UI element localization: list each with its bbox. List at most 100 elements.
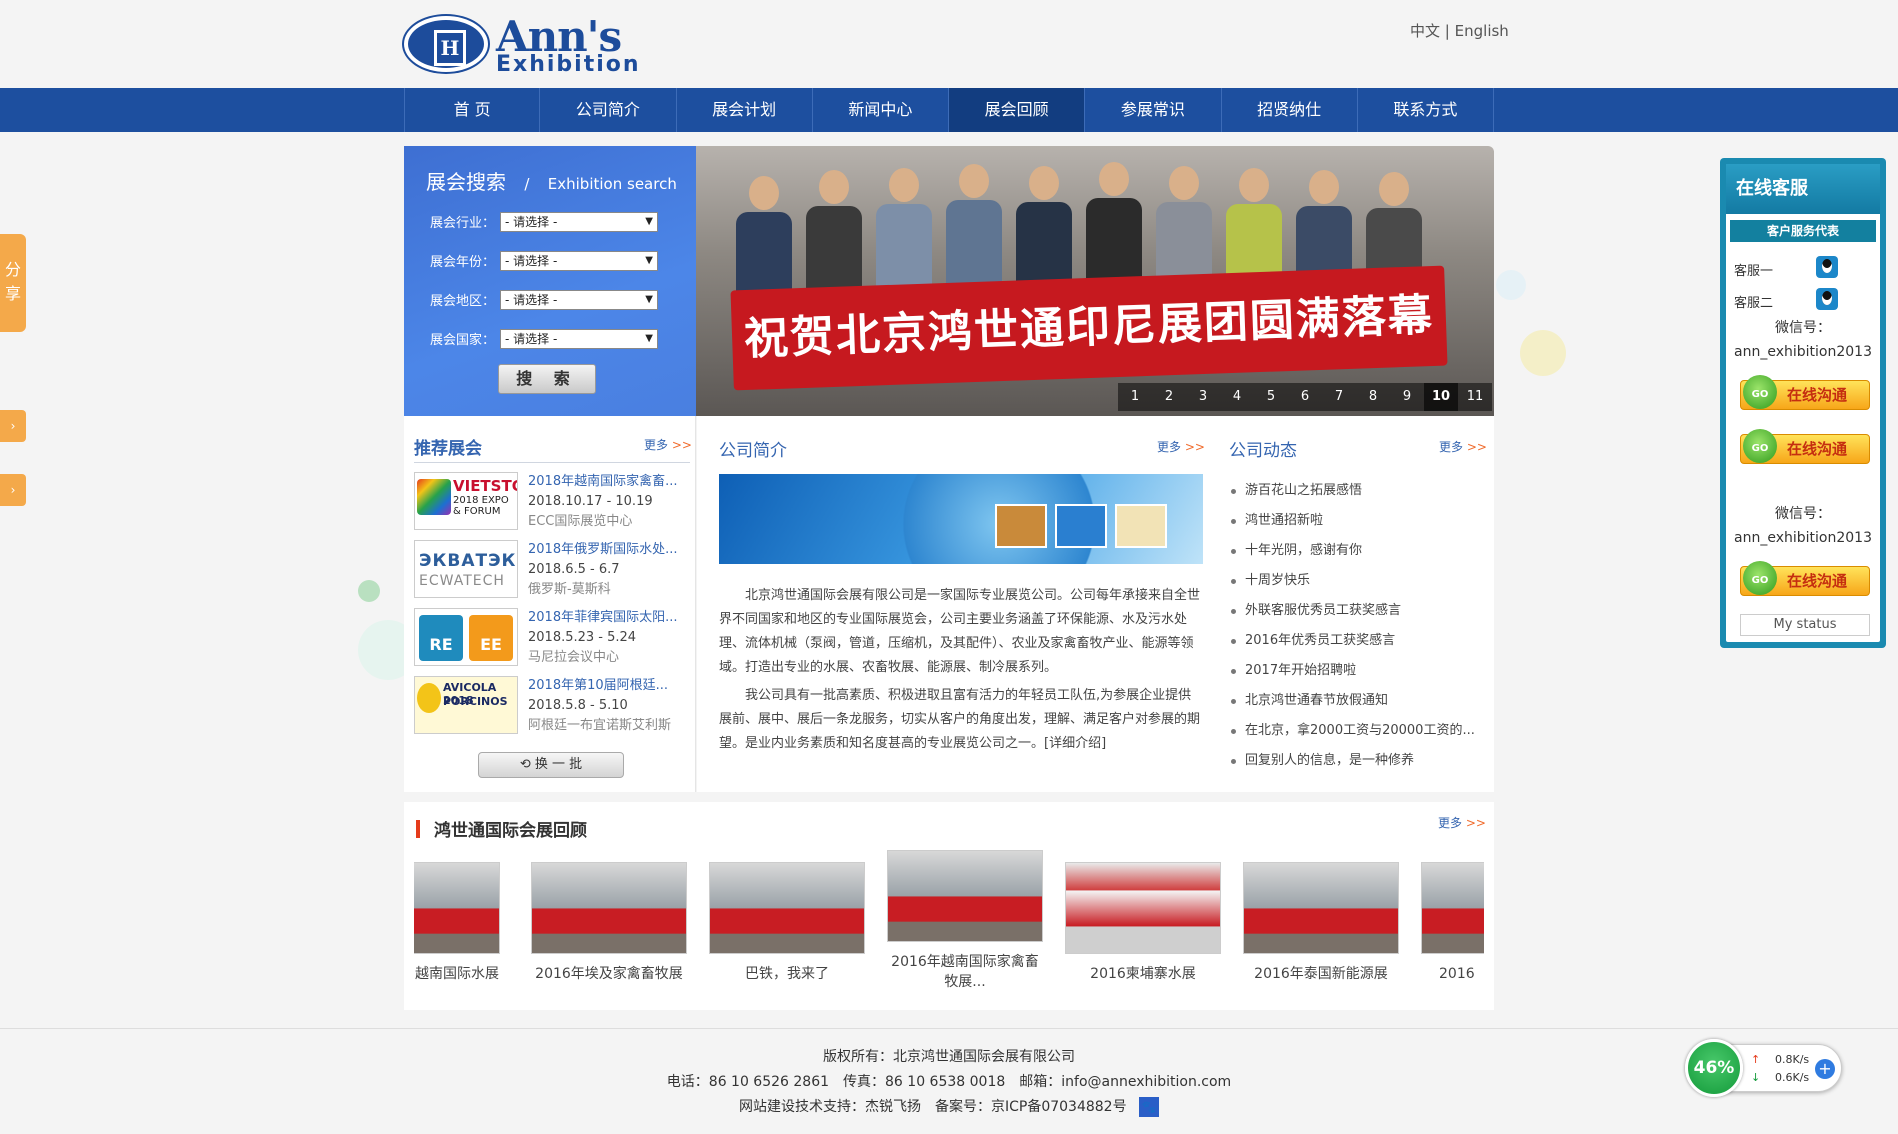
about-text: 北京鸿世通国际会展有限公司是一家国际专业展览公司。公司每年承接来自全世界不同国家… [719,588,1201,751]
nav-review[interactable]: 展会回顾 [949,88,1086,132]
banner-page-4[interactable]: 4 [1220,383,1254,411]
nav-jobs[interactable]: 招贤纳仕 [1222,88,1358,132]
review-item[interactable]: 2016年埃及家禽畜牧展 [531,862,687,984]
status-badge[interactable]: My status [1740,614,1870,636]
decor-bubble [358,580,380,602]
banner-page-8[interactable]: 8 [1356,383,1390,411]
wechat-id: ann_exhibition2013 [1734,344,1872,360]
agent-2[interactable]: 客服二 [1734,288,1838,311]
swap-batch-button[interactable]: ⟲ 换 一 批 [478,752,624,778]
exhibition-title[interactable]: 2018年菲律宾国际太阳... [528,608,677,628]
review-item[interactable]: 2016年越南国际家禽畜牧展... [887,850,1043,992]
industry-select[interactable]: - 请选择 - [500,212,658,232]
network-speed-widget[interactable]: 46% ↑ 0.8K/s ↓ 0.6K/s + [1685,1039,1842,1097]
share-tab[interactable]: 分享 [0,234,26,332]
language-switcher: 中文 | English [1410,20,1509,41]
banner-page-10[interactable]: 10 [1424,383,1458,411]
banner-page-6[interactable]: 6 [1288,383,1322,411]
review-caption: 2016柬埔寨水展 [1090,966,1196,982]
search-title: 展会搜索 / Exhibition search [426,170,677,194]
about-title: 公司简介 [719,441,787,461]
site-logo[interactable]: H Ann's Exhibition [404,12,654,77]
go-icon: GO [1743,429,1777,463]
side-tab[interactable]: › [0,474,26,506]
site-footer: 版权所有：北京鸿世通国际会展有限公司 电话：86 10 6526 2861 传真… [0,1028,1898,1134]
news-item[interactable]: 游百花山之拓展感悟 [1229,476,1483,506]
exhibition-title[interactable]: 2018年越南国际家禽畜... [528,472,677,492]
news-more-link[interactable]: 更多 >> [1439,438,1487,455]
review-photo [1421,862,1484,954]
banner-page-5[interactable]: 5 [1254,383,1288,411]
news-item[interactable]: 2016年优秀员工获奖感言 [1229,626,1483,656]
year-select[interactable]: - 请选择 - [500,251,658,271]
list-item[interactable]: VIETSTOCK 2018 EXPO & FORUM 2018年越南国际家禽畜… [414,472,694,532]
nav-plan[interactable]: 展会计划 [677,88,813,132]
news-item[interactable]: 回复别人的信息，是一种修养 [1229,746,1483,776]
wechat-label: 微信号： [1775,506,1831,522]
speed-percent: 46% [1685,1039,1743,1097]
chat-button[interactable]: GO 在线沟通 [1740,375,1870,410]
review-item[interactable]: 2016 [1421,862,1484,984]
region-select[interactable]: - 请选择 - [500,290,658,310]
lang-separator: | [1444,22,1450,40]
list-item[interactable]: RE EE 2018年菲律宾国际太阳... 2018.5.23 - 5.24 马… [414,608,694,668]
recommend-more-link[interactable]: 更多 >> [644,436,692,453]
paw-icon[interactable]: 🐾 [1139,1097,1160,1117]
download-arrow-icon: ↓ [1751,1071,1761,1084]
exhibition-title[interactable]: 2018年俄罗斯国际水处... [528,540,677,560]
lang-chinese-link[interactable]: 中文 [1410,22,1440,40]
news-item[interactable]: 十年光阴，感谢有你 [1229,536,1483,566]
about-image [719,474,1203,564]
qq-icon[interactable] [1816,256,1838,278]
recommended-exhibitions: 推荐展会 更多 >> VIETSTOCK 2018 EXPO & FORUM 2… [404,416,696,792]
banner-page-7[interactable]: 7 [1322,383,1356,411]
exhibition-title[interactable]: 2018年第10届阿根廷... [528,676,671,696]
list-item[interactable]: AVICOLA 2018 PORCINOS 2018年第10届阿根廷... 20… [414,676,694,736]
exhibition-date: 2018.10.17 - 10.19 [528,494,653,509]
chat-button[interactable]: GO 在线沟通 [1740,561,1870,596]
review-caption: 越南国际水展 [415,966,499,982]
nav-home[interactable]: 首 页 [404,88,541,132]
news-item[interactable]: 2017年开始招聘啦 [1229,656,1483,686]
banner-page-1[interactable]: 1 [1118,383,1152,411]
banner-pager: 1 2 3 4 5 6 7 8 9 10 11 [1118,383,1492,411]
news-item[interactable]: 北京鸿世通春节放假通知 [1229,686,1483,716]
news-item[interactable]: 外联客服优秀员工获奖感言 [1229,596,1483,626]
review-item[interactable]: 2016柬埔寨水展 [1065,862,1221,984]
exhibition-date: 2018.5.23 - 5.24 [528,630,637,645]
nav-news[interactable]: 新闻中心 [813,88,949,132]
exhibition-place: 马尼拉会议中心 [528,650,620,665]
upload-speed: 0.8K/s [1775,1053,1810,1066]
news-item[interactable]: 十周岁快乐 [1229,566,1483,596]
about-more-link[interactable]: 更多 >> [1157,438,1205,455]
review-caption: 巴铁，我来了 [745,966,829,982]
review-caption: 2016年越南国际家禽畜牧展... [891,954,1039,990]
search-button[interactable]: 搜 索 [498,364,596,394]
news-item[interactable]: 鸿世通招新啦 [1229,506,1483,536]
plus-icon[interactable]: + [1815,1059,1835,1079]
footer-contact: 电话：86 10 6526 2861 传真：86 10 6538 0018 邮箱… [666,1074,1232,1090]
hero-banner[interactable]: 祝贺北京鸿世通印尼展团圆满落幕 1 2 3 4 5 6 7 8 9 10 11 [696,146,1494,416]
banner-page-3[interactable]: 3 [1186,383,1220,411]
footer-support: 网站建设技术支持：杰锐飞扬 备案号：京ICP备07034882号 🐾 [0,1095,1898,1120]
qq-icon[interactable] [1816,288,1838,310]
review-item[interactable]: 巴铁，我来了 [709,862,865,984]
side-tab[interactable]: › [0,410,26,442]
news-item[interactable]: 在北京，拿2000工资与20000工资的... [1229,716,1483,746]
review-item[interactable]: 越南国际水展 [414,862,500,984]
banner-page-11[interactable]: 11 [1458,383,1492,411]
banner-page-9[interactable]: 9 [1390,383,1424,411]
download-speed: 0.6K/s [1775,1071,1810,1084]
banner-page-2[interactable]: 2 [1152,383,1186,411]
nav-about[interactable]: 公司简介 [540,88,677,132]
lang-english-link[interactable]: English [1455,22,1509,40]
wechat-label: 微信号： [1775,320,1831,336]
nav-contact[interactable]: 联系方式 [1358,88,1494,132]
review-item[interactable]: 2016年泰国新能源展 [1243,862,1399,984]
list-item[interactable]: ЭКВАТЭК ECWATECH 2018年俄罗斯国际水处... 2018.6.… [414,540,694,600]
chat-button[interactable]: GO 在线沟通 [1740,429,1870,464]
agent-1[interactable]: 客服一 [1734,256,1838,279]
nav-knowledge[interactable]: 参展常识 [1085,88,1222,132]
main-nav: 首 页 公司简介 展会计划 新闻中心 展会回顾 参展常识 招贤纳仕 联系方式 [0,88,1898,132]
country-select[interactable]: - 请选择 - [500,329,658,349]
